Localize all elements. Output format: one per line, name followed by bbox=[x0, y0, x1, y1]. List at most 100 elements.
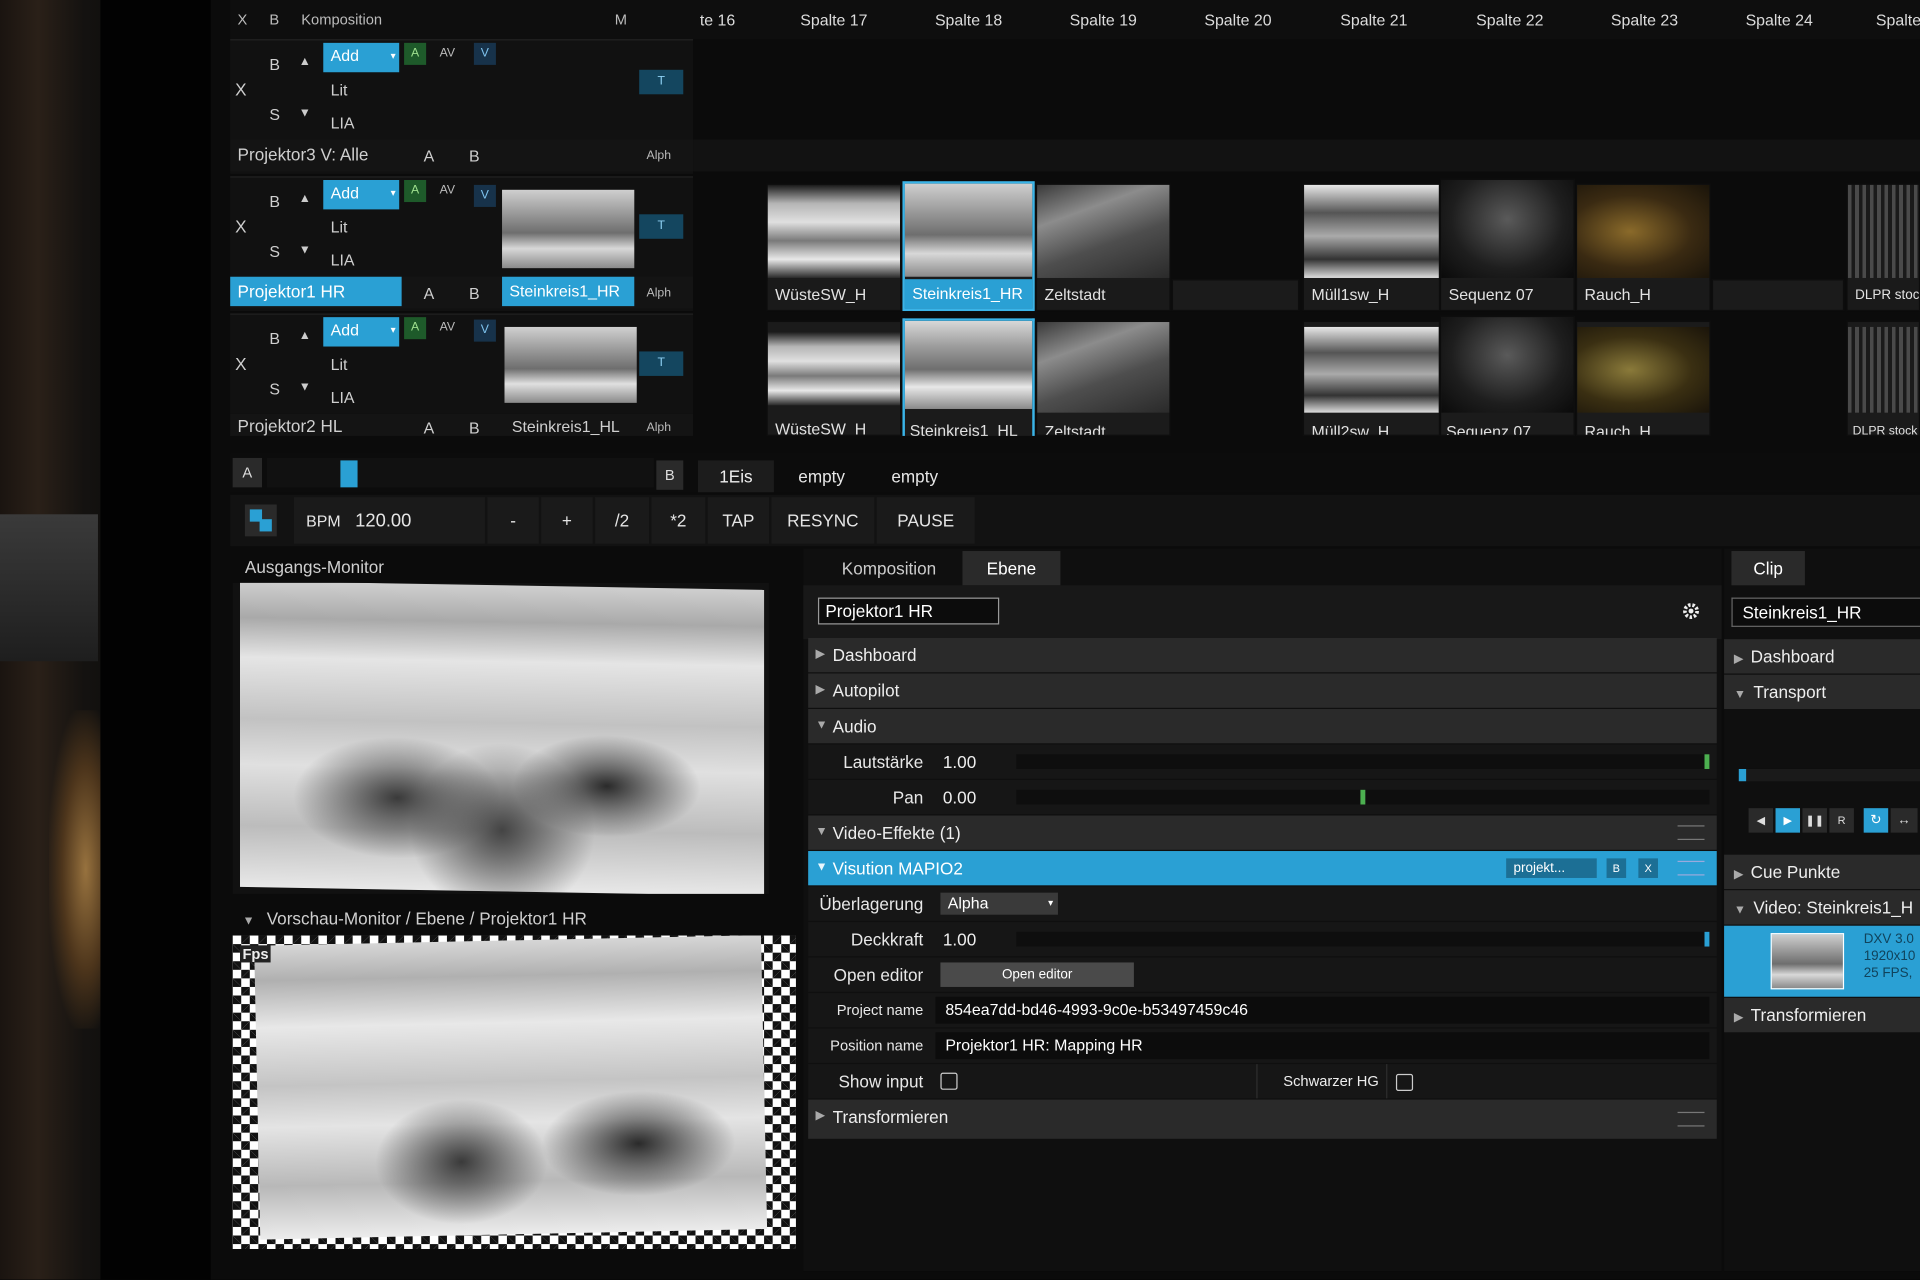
transition-button[interactable]: T bbox=[639, 69, 684, 95]
column-header[interactable]: Spalte 23 bbox=[1577, 7, 1712, 34]
audio-video-av[interactable]: AV bbox=[440, 321, 455, 334]
layer-solo-s[interactable]: S bbox=[269, 380, 280, 398]
preview-monitor[interactable]: Fps bbox=[232, 935, 796, 1249]
volume-slider-handle[interactable] bbox=[1704, 754, 1710, 769]
effect-visution-mapio2[interactable]: ▼ Visution MAPIO2 projekt... B X bbox=[808, 851, 1717, 886]
position-name-field[interactable]: Projektor1 HR: Mapping HR bbox=[935, 1032, 1710, 1060]
drag-handle-icon[interactable] bbox=[1677, 1111, 1705, 1127]
blend-mode-select[interactable]: Add ▾ bbox=[323, 42, 400, 73]
video-toggle-v[interactable]: V bbox=[473, 42, 496, 65]
lit-label[interactable]: Lit bbox=[331, 81, 348, 99]
drag-handle-icon[interactable] bbox=[1677, 860, 1705, 876]
layer-active-clip-thumbnail[interactable] bbox=[502, 189, 635, 269]
clip-cell[interactable]: Sequenz 07 bbox=[1440, 315, 1575, 436]
bpm-increase-button[interactable]: + bbox=[541, 497, 593, 544]
move-up-icon[interactable]: ▲ bbox=[299, 55, 311, 68]
section-dashboard[interactable]: ▶ Dashboard bbox=[808, 637, 1717, 673]
crossfade-a[interactable]: A bbox=[424, 147, 435, 165]
blend-mode-select[interactable]: Add ▾ bbox=[323, 317, 400, 347]
clip-cell[interactable]: Rauch_H bbox=[1575, 320, 1711, 436]
deck-tab-active[interactable]: 1Eis bbox=[697, 460, 774, 493]
collapse-arrow-icon[interactable]: ▼ bbox=[242, 915, 254, 928]
alpha-label[interactable]: Alph bbox=[647, 287, 672, 300]
section-autopilot[interactable]: ▶ Autopilot bbox=[808, 673, 1717, 708]
gear-icon[interactable] bbox=[1680, 600, 1702, 622]
clip-cell-selected[interactable]: Steinkreis1_HL bbox=[902, 318, 1035, 436]
header-m[interactable]: M bbox=[615, 11, 627, 28]
clip-cell-empty[interactable] bbox=[1711, 279, 1845, 312]
clip-section-video[interactable]: ▼ Video: Steinkreis1_H bbox=[1724, 890, 1920, 925]
transition-button[interactable]: T bbox=[639, 351, 684, 376]
deck-tab[interactable]: empty bbox=[872, 460, 958, 492]
column-header[interactable]: Spalte 22 bbox=[1442, 7, 1577, 34]
pan-slider-handle[interactable] bbox=[1360, 789, 1366, 805]
clip-cell[interactable]: Müll2sw_H bbox=[1302, 320, 1441, 436]
crossfade-a[interactable]: A bbox=[424, 419, 435, 436]
audio-toggle-a[interactable]: A bbox=[404, 180, 427, 203]
move-down-icon[interactable]: ▼ bbox=[299, 244, 311, 257]
transition-button[interactable]: T bbox=[639, 214, 684, 239]
crossfade-b[interactable]: B bbox=[469, 147, 480, 165]
playhead[interactable] bbox=[1738, 768, 1747, 782]
open-editor-button[interactable]: Open editor bbox=[940, 962, 1134, 987]
column-header[interactable]: Spalte 18 bbox=[901, 7, 1036, 34]
video-toggle-v[interactable]: V bbox=[473, 319, 496, 342]
layer-solo-s[interactable]: S bbox=[269, 242, 280, 260]
lia-label[interactable]: LIA bbox=[331, 251, 355, 269]
clip-section-transport[interactable]: ▼ Transport bbox=[1724, 674, 1920, 709]
move-up-icon[interactable]: ▲ bbox=[299, 329, 311, 342]
clip-cell[interactable]: DLPR stock bbox=[1846, 320, 1920, 436]
clip-cell[interactable]: WüsteSW_H bbox=[766, 183, 902, 312]
pan-slider[interactable] bbox=[1016, 789, 1710, 805]
alpha-label[interactable]: Alph bbox=[647, 421, 672, 434]
pan-value[interactable]: 0.00 bbox=[943, 780, 976, 814]
layer-bypass-b[interactable]: B bbox=[269, 192, 280, 210]
column-header[interactable]: Spalte 21 bbox=[1305, 7, 1442, 34]
opacity-slider-handle[interactable] bbox=[1704, 931, 1710, 947]
tab-composition[interactable]: Komposition bbox=[820, 551, 957, 585]
section-transform[interactable]: ▶ Transformieren bbox=[808, 1099, 1717, 1139]
column-header[interactable]: Spalte bbox=[1847, 7, 1920, 34]
clip-cell[interactable]: Sequenz 07 bbox=[1440, 178, 1575, 312]
blend-select[interactable]: Alpha ▾ bbox=[940, 892, 1058, 915]
move-down-icon[interactable]: ▼ bbox=[299, 381, 311, 394]
crossfade-b[interactable]: B bbox=[469, 284, 480, 302]
volume-value[interactable]: 1.00 bbox=[943, 744, 976, 778]
move-up-icon[interactable]: ▲ bbox=[299, 192, 311, 205]
play-forward-icon[interactable]: ▶ bbox=[1775, 808, 1801, 833]
tap-button[interactable]: TAP bbox=[707, 497, 769, 544]
section-audio[interactable]: ▼ Audio bbox=[808, 708, 1717, 744]
opacity-value[interactable]: 1.00 bbox=[943, 922, 976, 956]
clip-section-dashboard[interactable]: ▶ Dashboard bbox=[1724, 639, 1920, 674]
layer-name[interactable]: Projektor2 HL bbox=[238, 416, 343, 436]
layer-name-selected[interactable]: Projektor1 HR bbox=[230, 276, 402, 307]
crossfader-track[interactable] bbox=[266, 457, 654, 488]
project-name-field[interactable]: 854ea7dd-bd46-4993-9c0e-b53497459c46 bbox=[935, 996, 1710, 1024]
layer-name[interactable]: Projektor3 V: Alle bbox=[238, 144, 369, 164]
opacity-slider[interactable] bbox=[1016, 931, 1710, 947]
blend-mode-select[interactable]: Add ▾ bbox=[323, 180, 400, 210]
play-backward-icon[interactable]: ◀ bbox=[1748, 808, 1774, 833]
layer-name-field[interactable]: Projektor1 HR bbox=[817, 597, 1000, 625]
header-x[interactable]: X bbox=[238, 11, 248, 28]
volume-slider[interactable] bbox=[1016, 754, 1710, 769]
layer-solo-s[interactable]: S bbox=[269, 105, 280, 123]
alpha-label[interactable]: Alph bbox=[647, 149, 672, 162]
clip-section-cue-points[interactable]: ▶ Cue Punkte bbox=[1724, 854, 1920, 889]
drag-handle-icon[interactable] bbox=[1677, 825, 1705, 841]
bpm-display[interactable]: BPM 120.00 bbox=[293, 497, 485, 544]
audio-toggle-a[interactable]: A bbox=[404, 317, 427, 340]
clip-cell[interactable]: Zeltstadt bbox=[1035, 183, 1171, 312]
clip-cell[interactable]: Zeltstadt bbox=[1035, 320, 1171, 436]
audio-video-av[interactable]: AV bbox=[440, 184, 455, 197]
audio-toggle-a[interactable]: A bbox=[404, 42, 427, 65]
audio-video-av[interactable]: AV bbox=[440, 47, 455, 60]
column-header[interactable]: Spalte 20 bbox=[1171, 7, 1306, 34]
column-header[interactable]: Spalte 19 bbox=[1036, 7, 1171, 34]
section-video-effects[interactable]: ▼ Video-Effekte (1) bbox=[808, 815, 1717, 850]
pause-button[interactable]: PAUSE bbox=[876, 497, 975, 544]
crossfade-a[interactable]: A bbox=[424, 284, 435, 302]
layer-clear-x[interactable]: X bbox=[235, 217, 246, 237]
layer-active-clip-thumbnail[interactable] bbox=[504, 326, 637, 403]
move-down-icon[interactable]: ▼ bbox=[299, 107, 311, 120]
